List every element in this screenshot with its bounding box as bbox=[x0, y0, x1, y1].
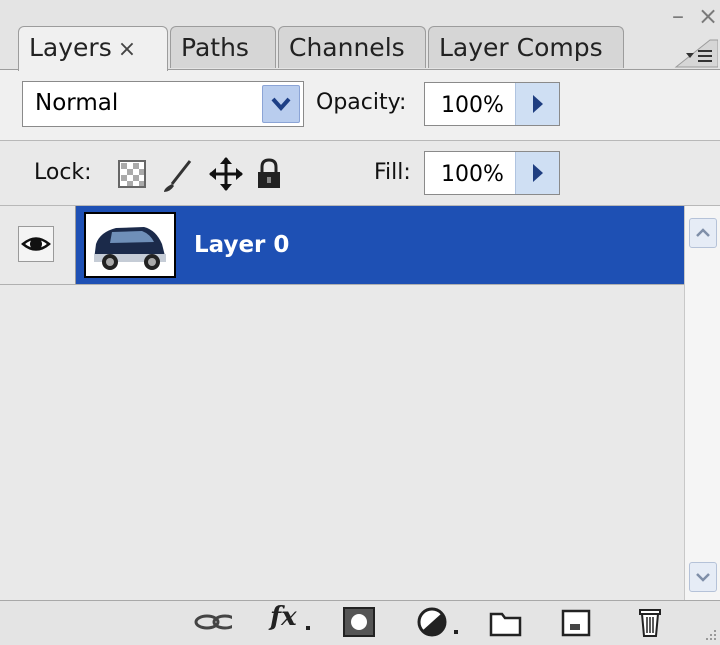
triangle-right-icon[interactable] bbox=[515, 83, 559, 125]
scroll-up-button[interactable] bbox=[689, 218, 717, 248]
tab-close-icon[interactable]: × bbox=[118, 37, 136, 62]
fx-icon[interactable]: fx bbox=[270, 602, 297, 632]
panel-menu-button[interactable] bbox=[672, 38, 719, 68]
panel-menu-icon bbox=[674, 39, 719, 68]
chevron-up-icon bbox=[696, 228, 710, 237]
lock-position-icon[interactable] bbox=[208, 156, 244, 192]
eye-icon bbox=[21, 237, 51, 251]
lock-transparent-pixels-icon[interactable] bbox=[118, 160, 148, 190]
blend-mode-value: Normal bbox=[35, 90, 119, 116]
tab-channels[interactable]: Channels bbox=[278, 26, 426, 68]
visibility-toggle[interactable] bbox=[0, 206, 76, 284]
fill-value: 100% bbox=[441, 162, 504, 187]
opacity-label: Opacity: bbox=[316, 90, 407, 115]
fill-input[interactable]: 100% bbox=[424, 151, 560, 195]
link-layers-icon[interactable] bbox=[192, 606, 232, 640]
lock-image-pixels-icon[interactable] bbox=[160, 158, 196, 194]
lock-label: Lock: bbox=[34, 160, 92, 185]
tab-layer-comps[interactable]: Layer Comps bbox=[428, 26, 624, 68]
vertical-scrollbar[interactable] bbox=[684, 206, 720, 600]
fill-label: Fill: bbox=[374, 160, 411, 185]
layer-thumbnail[interactable] bbox=[84, 212, 176, 278]
layer-name: Layer 0 bbox=[194, 232, 290, 258]
trash-icon[interactable] bbox=[634, 604, 666, 640]
tab-paths-label: Paths bbox=[181, 33, 249, 62]
add-mask-icon[interactable] bbox=[342, 606, 378, 638]
opacity-input[interactable]: 100% bbox=[424, 82, 560, 126]
chevron-down-icon[interactable] bbox=[262, 85, 300, 123]
triangle-right-icon[interactable] bbox=[515, 152, 559, 194]
lock-all-icon[interactable] bbox=[254, 158, 284, 190]
chevron-down-icon bbox=[696, 573, 710, 582]
adjustment-layer-icon[interactable] bbox=[416, 604, 462, 640]
car-thumbnail-image bbox=[86, 214, 174, 276]
lock-fill-row bbox=[0, 141, 720, 205]
tab-layers-label: Layers bbox=[29, 33, 112, 62]
folder-icon[interactable] bbox=[488, 608, 524, 638]
opacity-value: 100% bbox=[441, 93, 504, 118]
minimize-button[interactable]: – bbox=[672, 4, 684, 28]
layers-panel: – × Layers × Paths Channels Layer Comps N… bbox=[0, 0, 720, 645]
tab-channels-label: Channels bbox=[289, 33, 405, 62]
fx-menu-dot bbox=[306, 626, 310, 630]
eye-box bbox=[18, 226, 54, 262]
new-layer-icon[interactable] bbox=[560, 608, 592, 638]
tab-paths[interactable]: Paths bbox=[170, 26, 276, 68]
tab-layer-comps-label: Layer Comps bbox=[439, 33, 603, 62]
blend-mode-select[interactable]: Normal bbox=[22, 81, 304, 127]
tab-layers[interactable]: Layers × bbox=[18, 26, 168, 71]
close-panel-button[interactable]: × bbox=[698, 4, 718, 28]
resize-grip-icon[interactable] bbox=[700, 620, 718, 642]
row-divider bbox=[0, 284, 684, 285]
scroll-down-button[interactable] bbox=[689, 562, 717, 592]
